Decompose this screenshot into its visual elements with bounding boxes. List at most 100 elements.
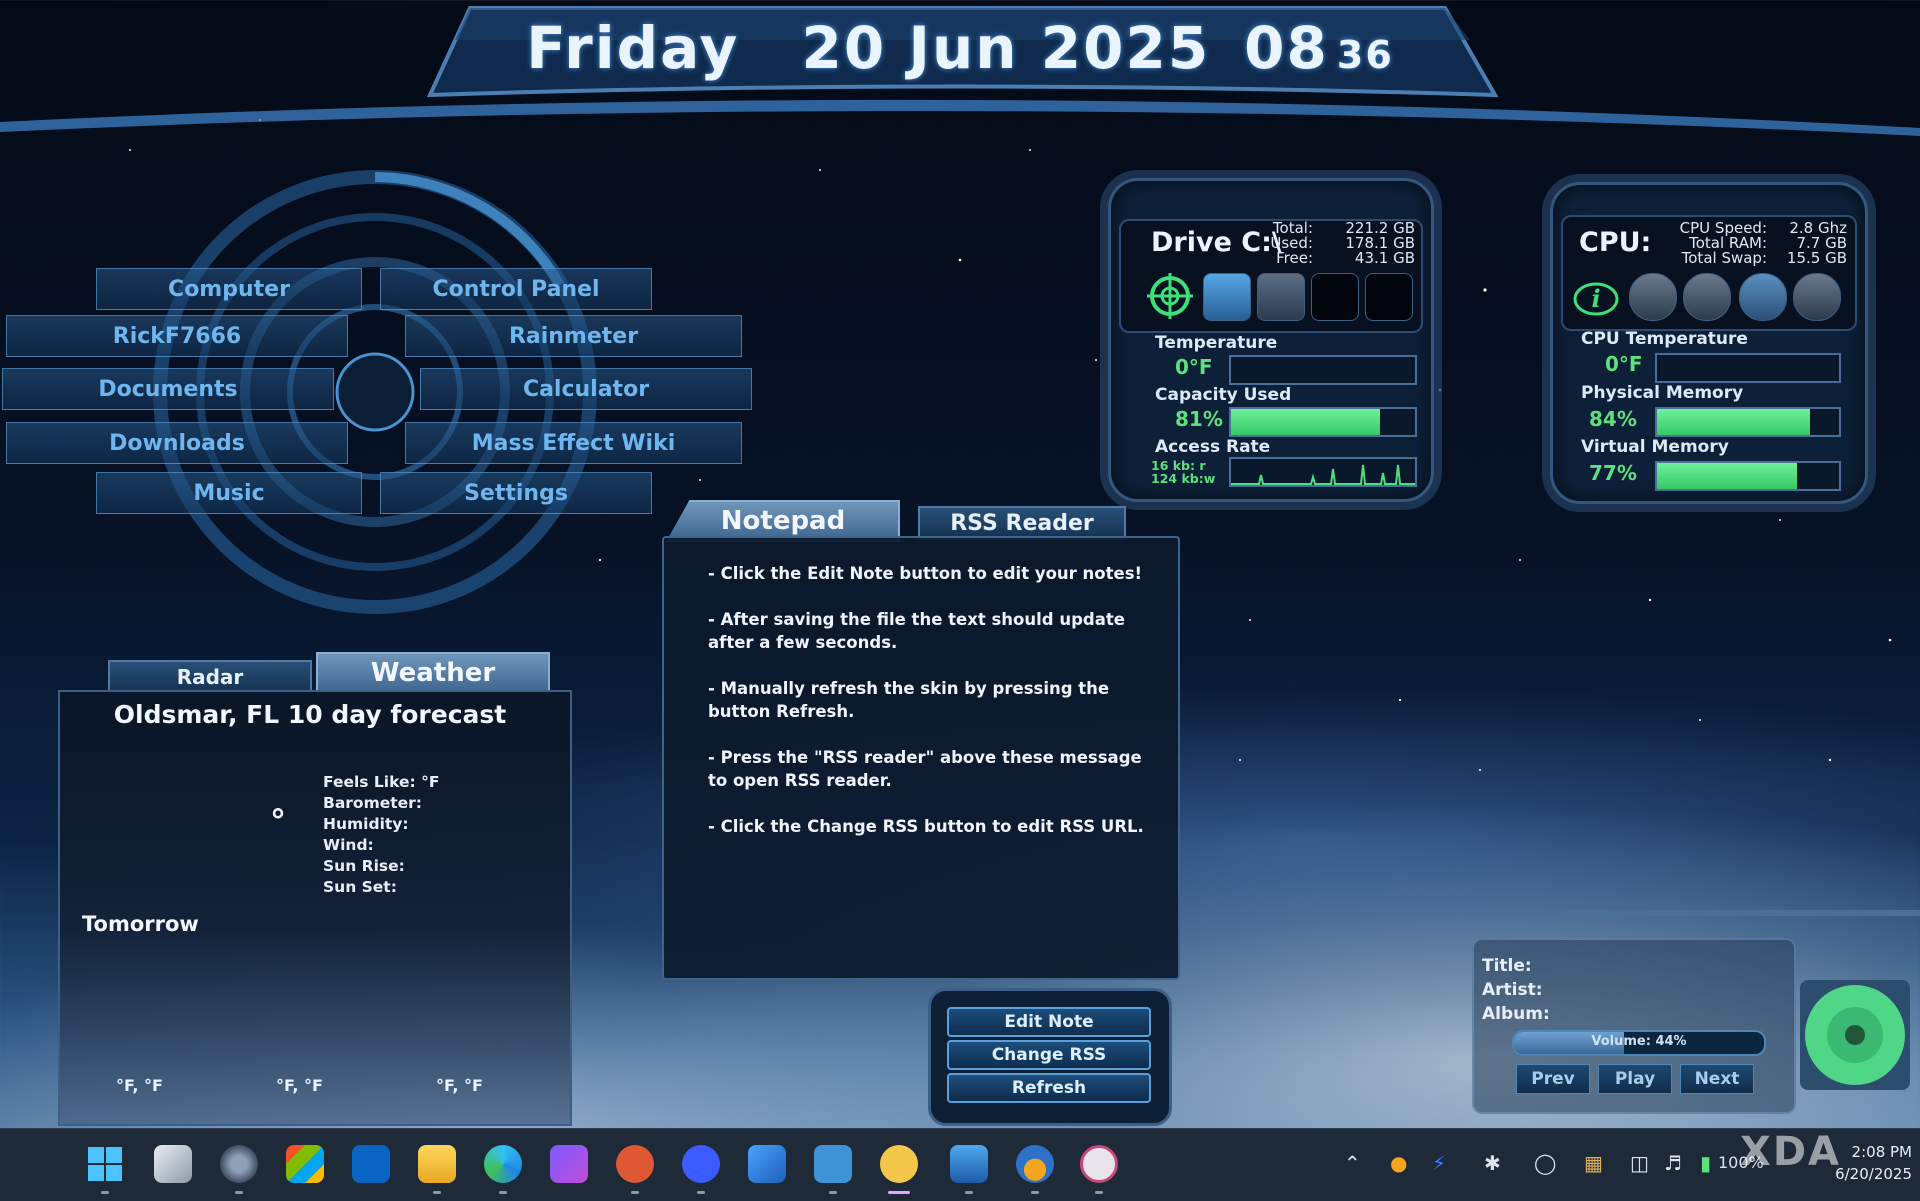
track-title-label: Title:: [1482, 956, 1532, 976]
weather-body: Oldsmar, FL 10 day forecast ° Feels Like…: [58, 690, 572, 1126]
paint-icon[interactable]: [880, 1145, 918, 1183]
notepad-body: - Click the Edit Note button to edit you…: [662, 536, 1180, 980]
note-line: - Click the Change RSS button to edit RS…: [708, 817, 1144, 836]
prev-button[interactable]: Prev: [1516, 1064, 1590, 1094]
app-tray-icon[interactable]: ▦: [1584, 1151, 1603, 1175]
launcher-documents[interactable]: Documents: [2, 368, 334, 410]
write-rate: 124 kb:w: [1151, 471, 1216, 486]
running-indicator: [101, 1191, 109, 1194]
launcher-calculator[interactable]: Calculator: [420, 368, 752, 410]
media-divider: [1470, 910, 1920, 916]
launcher-control-panel[interactable]: Control Panel: [380, 268, 652, 310]
cpu-temp-bar: [1655, 353, 1841, 383]
launcher-downloads[interactable]: Downloads: [6, 422, 348, 464]
outlook-icon[interactable]: [352, 1145, 390, 1183]
volume-label: Volume: 44%: [1591, 1034, 1687, 1049]
running-indicator: [499, 1191, 507, 1194]
drive-panel: Drive C:\ Total: 221.2 GB Used: 178.1 GB F…: [1108, 178, 1434, 502]
feels-like: Feels Like: °F: [323, 773, 440, 791]
gallery-icon[interactable]: [950, 1145, 988, 1183]
photos-icon[interactable]: [748, 1145, 786, 1183]
volume-icon[interactable]: ♬: [1664, 1151, 1682, 1175]
rainmeter-icon[interactable]: [1016, 1145, 1054, 1183]
virtual-memory-value: 77%: [1589, 461, 1637, 485]
bolt-icon[interactable]: ⚡: [1432, 1151, 1446, 1175]
media-player: Title: Artist: Album: Volume: 44% Prev P…: [1470, 910, 1920, 1120]
empty-slot-icon[interactable]: [1311, 273, 1359, 321]
play-button[interactable]: Play: [1598, 1064, 1672, 1094]
tomorrow-label: Tomorrow: [82, 912, 199, 936]
drive-title: Drive C:\: [1151, 227, 1282, 258]
cpu-core-icon[interactable]: [1739, 273, 1787, 321]
empty-slot-icon[interactable]: [1365, 273, 1413, 321]
notepad-widget: Notepad RSS Reader - Click the Edit Note…: [662, 500, 1180, 980]
cpu-core-icon[interactable]: [1629, 273, 1677, 321]
launcher-computer[interactable]: Computer: [96, 268, 362, 310]
capacity-value: 81%: [1175, 407, 1223, 431]
target-icon[interactable]: [1147, 273, 1193, 319]
swap-label: Total Swap:: [1681, 249, 1767, 267]
physical-memory-label: Physical Memory: [1581, 383, 1744, 403]
cpu-core-icon[interactable]: [1793, 273, 1841, 321]
refresh-button[interactable]: Refresh: [947, 1073, 1151, 1103]
minute-text: 36: [1336, 33, 1394, 77]
wind: Wind:: [323, 836, 374, 854]
taskbar: ⌃ ● ⚡ ✱ ◯ ▦ ◫ ♬ ▮ 100% 2:08 PM 6/20/2025…: [0, 1128, 1920, 1201]
launcher-rainmeter[interactable]: Rainmeter: [405, 315, 742, 357]
note-line: - Click the Edit Note button to edit you…: [708, 564, 1143, 583]
tab-radar[interactable]: Radar: [108, 660, 312, 694]
notepad-icon[interactable]: [814, 1145, 852, 1183]
disk-cleanup-icon[interactable]: [1257, 273, 1305, 321]
slack-icon[interactable]: ✱: [1484, 1151, 1501, 1175]
temperature-bar: [1229, 355, 1417, 385]
edge-icon[interactable]: [484, 1145, 522, 1183]
change-rss-button[interactable]: Change RSS: [947, 1040, 1151, 1070]
running-indicator: [235, 1191, 243, 1194]
edit-note-button[interactable]: Edit Note: [947, 1007, 1151, 1037]
note-line: - Press the "RSS reader" above these mes…: [708, 748, 1142, 790]
barometer: Barometer:: [323, 794, 422, 812]
chevron-up-icon[interactable]: ⌃: [1344, 1151, 1361, 1175]
launcher-music[interactable]: Music: [96, 472, 362, 514]
info-icon[interactable]: i: [1573, 275, 1619, 321]
temperature-label: Temperature: [1155, 333, 1278, 353]
launcher-settings[interactable]: Settings: [380, 472, 652, 514]
start-icon[interactable]: [86, 1145, 124, 1183]
mail-icon[interactable]: [550, 1145, 588, 1183]
access-rate-values: 16 kb: r 124 kb:w: [1151, 459, 1215, 485]
chat-icon[interactable]: [682, 1145, 720, 1183]
physical-memory-bar: [1655, 407, 1841, 437]
tab-rss-reader[interactable]: RSS Reader: [918, 506, 1126, 540]
launcher-user-folder[interactable]: RickF7666: [6, 315, 348, 357]
cpu-core-icon[interactable]: [1683, 273, 1731, 321]
sunset: Sun Set:: [323, 878, 397, 896]
store-icon[interactable]: [286, 1145, 324, 1183]
settings-icon[interactable]: [220, 1145, 258, 1183]
volume-slider[interactable]: Volume: 44%: [1512, 1030, 1766, 1056]
battery-icon[interactable]: ▮: [1700, 1151, 1711, 1175]
notepad-text: - Click the Edit Note button to edit you…: [708, 562, 1148, 861]
rainmeter-tray-icon[interactable]: ●: [1390, 1151, 1407, 1175]
launcher-mass-effect-wiki[interactable]: Mass Effect Wiki: [405, 422, 742, 464]
folder-icon[interactable]: [418, 1145, 456, 1183]
note-line: - After saving the file the text should …: [708, 610, 1125, 652]
tab-weather[interactable]: Weather: [316, 652, 550, 694]
disc-icon: [1805, 985, 1905, 1085]
next-button[interactable]: Next: [1680, 1064, 1754, 1094]
free-label: Free:: [1276, 249, 1313, 267]
glasses-icon[interactable]: ◯: [1534, 1151, 1556, 1175]
wifi-icon[interactable]: ◫: [1630, 1151, 1649, 1175]
weather-details: Feels Like: °F Barometer: Humidity: Wind…: [323, 772, 439, 898]
cpu-title: CPU:: [1579, 227, 1652, 258]
sunrise: Sun Rise:: [323, 857, 405, 875]
duckduckgo-icon[interactable]: [616, 1145, 654, 1183]
access-rate-graph: [1229, 457, 1417, 487]
forecast-day: °F, °F: [436, 1076, 483, 1095]
task-view-icon[interactable]: [154, 1145, 192, 1183]
forecast-day: °F, °F: [276, 1076, 323, 1095]
date-text: 20 Jun 2025: [801, 14, 1211, 82]
notepad-button-panel: Edit Note Change RSS Refresh: [928, 988, 1172, 1126]
running-indicator: [631, 1191, 639, 1194]
disk-icon[interactable]: [1203, 273, 1251, 321]
media-player-icon[interactable]: [1080, 1145, 1118, 1183]
